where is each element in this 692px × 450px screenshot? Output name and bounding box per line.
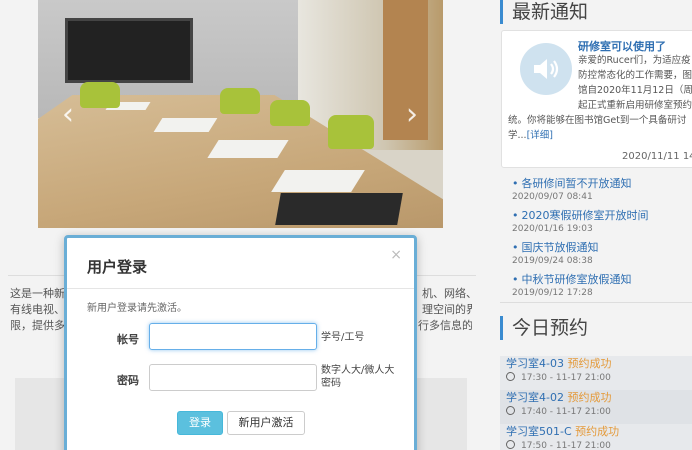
bullet-icon: • — [512, 177, 519, 190]
login-button[interactable]: 登录 — [177, 411, 223, 435]
list-item[interactable]: • 中秋节研修室放假通知 2019/09/12 17:28 — [512, 272, 692, 304]
booking-time: 17:40 - 11-17 21:00 — [506, 405, 692, 419]
list-item[interactable]: 学习室501-C 预约成功 17:50 - 11-17 21:00 — [500, 424, 692, 450]
carousel-image-strip — [153, 118, 218, 132]
login-modal: 用户登录 × 新用户登录请先激活。 帐号 学号/工号 密码 数字人大/微人大 密… — [64, 235, 417, 450]
featured-notice-title[interactable]: 研修室可以使用了 — [578, 38, 666, 54]
notices-heading: 最新通知 — [500, 0, 588, 24]
page: ‹ › 这是一种新 机、网络、 有线电视、 理空间的界 限，提供多 行多信息的 … — [0, 0, 692, 450]
booking-room-name[interactable]: 学习室4-03 — [506, 357, 564, 370]
notice-time: 2019/09/24 08:38 — [512, 256, 593, 266]
notice-link-text[interactable]: 国庆节放假通知 — [522, 241, 599, 254]
carousel-image-chair — [80, 82, 120, 108]
featured-notice-tail: 学... — [508, 130, 527, 141]
notice-link[interactable]: • 各研修间暂不开放通知 — [512, 176, 692, 191]
list-item[interactable]: • 国庆节放假通知 2019/09/24 08:38 — [512, 240, 692, 272]
booking-room-name[interactable]: 学习室501-C — [506, 425, 572, 438]
activate-button[interactable]: 新用户激活 — [227, 411, 305, 435]
password-help: 数字人大/微人大 密码 — [321, 364, 394, 390]
bullet-icon: • — [512, 241, 519, 254]
intro-line-right: 理空间的界 — [422, 303, 472, 316]
carousel-image-tv — [65, 18, 193, 83]
featured-notice-line: 馆自2020年11月12日（周四 — [578, 85, 692, 96]
status-badge: 预约成功 — [575, 425, 620, 438]
featured-notice-body: 亲爱的Rucer们，为适应疫 防控常态化的工作需要，图 馆自2020年11月12… — [502, 53, 692, 143]
booking-list: 学习室4-03 预约成功 17:30 - 11-17 21:00 学习室4-02… — [500, 356, 692, 450]
notice-link-text[interactable]: 中秋节研修室放假通知 — [522, 273, 632, 286]
bullet-icon: • — [512, 209, 519, 222]
notice-list: • 各研修间暂不开放通知 2020/09/07 08:41 • 2020寒假研修室开… — [512, 176, 692, 304]
carousel-next-icon[interactable]: › — [400, 100, 424, 130]
booking-room[interactable]: 学习室4-03 预约成功 — [506, 356, 692, 371]
featured-notice-line: 起正式重新启用研修室预约 — [578, 100, 692, 111]
notice-time: 2020/01/16 19:03 — [512, 224, 593, 234]
clock-icon — [506, 440, 515, 449]
status-badge: 预约成功 — [567, 391, 612, 404]
booking-room[interactable]: 学习室501-C 预约成功 — [506, 424, 692, 439]
bookings-heading: 今日预约 — [500, 316, 588, 340]
clock-icon — [506, 372, 515, 381]
list-item[interactable]: 学习室4-02 预约成功 17:40 - 11-17 21:00 — [500, 390, 692, 424]
carousel-prev-icon[interactable]: ‹ — [56, 100, 80, 130]
bullet-icon: • — [512, 273, 519, 286]
booking-time: 17:30 - 11-17 21:00 — [506, 371, 692, 385]
intro-line-right: 机、网络、 — [422, 287, 472, 300]
modal-title: 用户登录 — [87, 258, 148, 276]
booking-time-text: 17:50 - 11-17 21:00 — [521, 441, 611, 450]
status-badge: 预约成功 — [567, 357, 612, 370]
featured-notice-line: 统。你将能够在图书馆Get到一个具备研讨 — [508, 115, 687, 126]
intro-line-left: 这是一种新 — [10, 287, 65, 300]
login-hint: 新用户登录请先激活。 — [87, 303, 187, 314]
intro-line-right: 行多信息的 — [418, 319, 472, 332]
account-help: 学号/工号 — [321, 332, 365, 343]
featured-notice-line: 学...[详细] — [502, 128, 692, 143]
divider — [500, 302, 692, 303]
list-item[interactable]: • 2020寒假研修室开放时间 2020/01/16 19:03 — [512, 208, 692, 240]
carousel-image-strip — [207, 140, 289, 158]
intro-line-left: 限，提供多 — [10, 319, 65, 332]
booking-room[interactable]: 学习室4-02 预约成功 — [506, 390, 692, 405]
notice-link-text[interactable]: 各研修间暂不开放通知 — [522, 177, 632, 190]
carousel-image-chair — [220, 88, 260, 114]
list-item[interactable]: • 各研修间暂不开放通知 2020/09/07 08:41 — [512, 176, 692, 208]
notice-link[interactable]: • 国庆节放假通知 — [512, 240, 692, 255]
account-input[interactable] — [149, 323, 317, 350]
carousel-image-keyboard — [275, 193, 403, 225]
notice-link-text[interactable]: 2020寒假研修室开放时间 — [522, 209, 649, 222]
notice-detail-link[interactable]: [详细] — [527, 130, 553, 141]
booking-room-name[interactable]: 学习室4-02 — [506, 391, 564, 404]
notice-time: 2019/09/12 17:28 — [512, 288, 593, 298]
password-input[interactable] — [149, 364, 317, 391]
close-icon[interactable]: × — [390, 248, 402, 262]
featured-notice-line: 防控常态化的工作需要，图 — [578, 70, 692, 81]
account-label: 帐号 — [117, 333, 139, 346]
password-help-line: 密码 — [321, 378, 341, 389]
featured-notice-card[interactable]: 研修室可以使用了 亲爱的Rucer们，为适应疫 防控常态化的工作需要，图 馆自2… — [501, 30, 692, 168]
intro-line-left: 有线电视、 — [10, 303, 65, 316]
booking-time-text: 17:40 - 11-17 21:00 — [521, 407, 611, 417]
password-help-line: 数字人大/微人大 — [321, 365, 395, 376]
divider — [67, 288, 414, 289]
carousel-image-chair — [328, 115, 374, 149]
featured-notice-line: 亲爱的Rucer们，为适应疫 — [578, 55, 691, 66]
password-label: 密码 — [117, 374, 139, 387]
carousel-image-strip — [271, 170, 365, 192]
clock-icon — [506, 406, 515, 415]
booking-time: 17:50 - 11-17 21:00 — [506, 439, 692, 450]
notice-time: 2020/09/07 08:41 — [512, 192, 593, 202]
notice-link[interactable]: • 2020寒假研修室开放时间 — [512, 208, 692, 223]
featured-notice-date: 2020/11/11 14 — [622, 151, 692, 162]
notice-link[interactable]: • 中秋节研修室放假通知 — [512, 272, 692, 287]
carousel[interactable]: ‹ › — [38, 0, 443, 228]
carousel-image-chair — [270, 100, 310, 126]
list-item[interactable]: 学习室4-03 预约成功 17:30 - 11-17 21:00 — [500, 356, 692, 390]
booking-time-text: 17:30 - 11-17 21:00 — [521, 373, 611, 383]
